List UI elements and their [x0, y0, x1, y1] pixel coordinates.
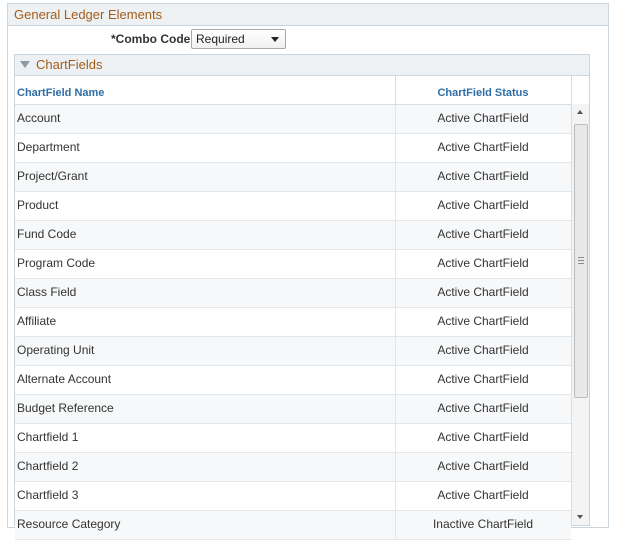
chartfield-name-cell: Chartfield 3	[17, 488, 79, 502]
chartfield-name-cell: Program Code	[17, 256, 96, 270]
chartfield-name-cell: Class Field	[17, 285, 77, 299]
grid-body: Account Active ChartField Department Active…	[15, 105, 571, 540]
chartfields-group-title: ChartFields	[36, 57, 103, 72]
grid-scrollbar[interactable]	[572, 104, 589, 525]
combo-code-value: Required	[196, 32, 245, 46]
chartfield-name-cell: Budget Reference	[17, 401, 114, 415]
grip-icon	[578, 257, 584, 266]
chartfield-status-cell: Active ChartField	[437, 343, 529, 357]
chartfield-status-cell: Inactive ChartField	[432, 517, 534, 531]
table-row: Project/Grant Active ChartField	[15, 163, 571, 192]
chartfield-status-cell: Active ChartField	[437, 169, 529, 183]
table-row: Chartfield 3 Active ChartField	[15, 482, 571, 511]
chevron-down-icon	[271, 37, 279, 42]
combo-code-label: *Combo Code	[111, 32, 191, 46]
chartfield-name-cell: Chartfield 1	[17, 430, 79, 444]
table-row: Alternate Account Active ChartField	[15, 366, 571, 395]
general-ledger-elements-section: General Ledger Elements *Combo Code Requ…	[7, 3, 609, 540]
table-row: Operating Unit Active ChartField	[15, 337, 571, 366]
column-header-chartfield-status[interactable]: ChartField Status	[396, 87, 570, 99]
table-row: Affiliate Active ChartField	[15, 308, 571, 337]
chartfield-name-cell: Project/Grant	[17, 169, 88, 183]
table-row: Class Field Active ChartField	[15, 279, 571, 308]
table-row: Account Active ChartField	[15, 105, 571, 134]
chartfield-name-cell: Product	[17, 198, 59, 212]
chartfield-name-cell: Alternate Account	[17, 372, 112, 386]
chartfield-status-cell: Active ChartField	[437, 227, 529, 241]
chartfield-status-cell: Active ChartField	[437, 198, 529, 212]
chartfields-grid: ChartField Name ChartField Status Accoun…	[15, 76, 571, 540]
chartfield-status-cell: Active ChartField	[437, 430, 529, 444]
chartfields-group-header[interactable]: ChartFields	[15, 55, 589, 76]
chartfield-name-cell: Resource Category	[17, 517, 121, 531]
chartfield-status-cell: Active ChartField	[437, 401, 529, 415]
chartfields-group: ChartFields ChartField Name ChartField S…	[14, 54, 590, 540]
scroll-up-arrow-icon[interactable]	[572, 104, 589, 121]
table-row: Chartfield 1 Active ChartField	[15, 424, 571, 453]
column-header-chartfield-name[interactable]: ChartField Name	[17, 87, 104, 99]
chartfield-status-cell: Active ChartField	[437, 314, 529, 328]
combo-code-row: *Combo Code Required	[8, 29, 608, 51]
table-row: Product Active ChartField	[15, 192, 571, 221]
chartfield-status-cell: Active ChartField	[437, 111, 529, 125]
chartfield-status-cell: Active ChartField	[437, 372, 529, 386]
chartfield-name-cell: Operating Unit	[17, 343, 95, 357]
scroll-down-arrow-icon[interactable]	[572, 508, 589, 525]
chartfield-name-cell: Account	[17, 111, 61, 125]
table-row: Fund Code Active ChartField	[15, 221, 571, 250]
chartfield-status-cell: Active ChartField	[437, 488, 529, 502]
chartfield-status-cell: Active ChartField	[437, 256, 529, 270]
triangle-down-icon	[20, 61, 30, 68]
chartfield-name-cell: Chartfield 2	[17, 459, 79, 473]
grid-header-row: ChartField Name ChartField Status	[15, 76, 571, 105]
chartfield-name-cell: Department	[17, 140, 80, 154]
table-row: Chartfield 2 Active ChartField	[15, 453, 571, 482]
table-row: Department Active ChartField	[15, 134, 571, 163]
section-title: General Ledger Elements	[8, 4, 608, 26]
chartfield-status-cell: Active ChartField	[437, 140, 529, 154]
combo-code-select[interactable]: Required	[191, 29, 286, 49]
chartfield-name-cell: Fund Code	[17, 227, 77, 241]
chartfield-name-cell: Affiliate	[17, 314, 57, 328]
table-row: Budget Reference Active ChartField	[15, 395, 571, 424]
chartfield-status-cell: Active ChartField	[437, 285, 529, 299]
table-row: Program Code Active ChartField	[15, 250, 571, 279]
chartfield-status-cell: Active ChartField	[437, 459, 529, 473]
scrollbar-thumb[interactable]	[574, 124, 588, 398]
